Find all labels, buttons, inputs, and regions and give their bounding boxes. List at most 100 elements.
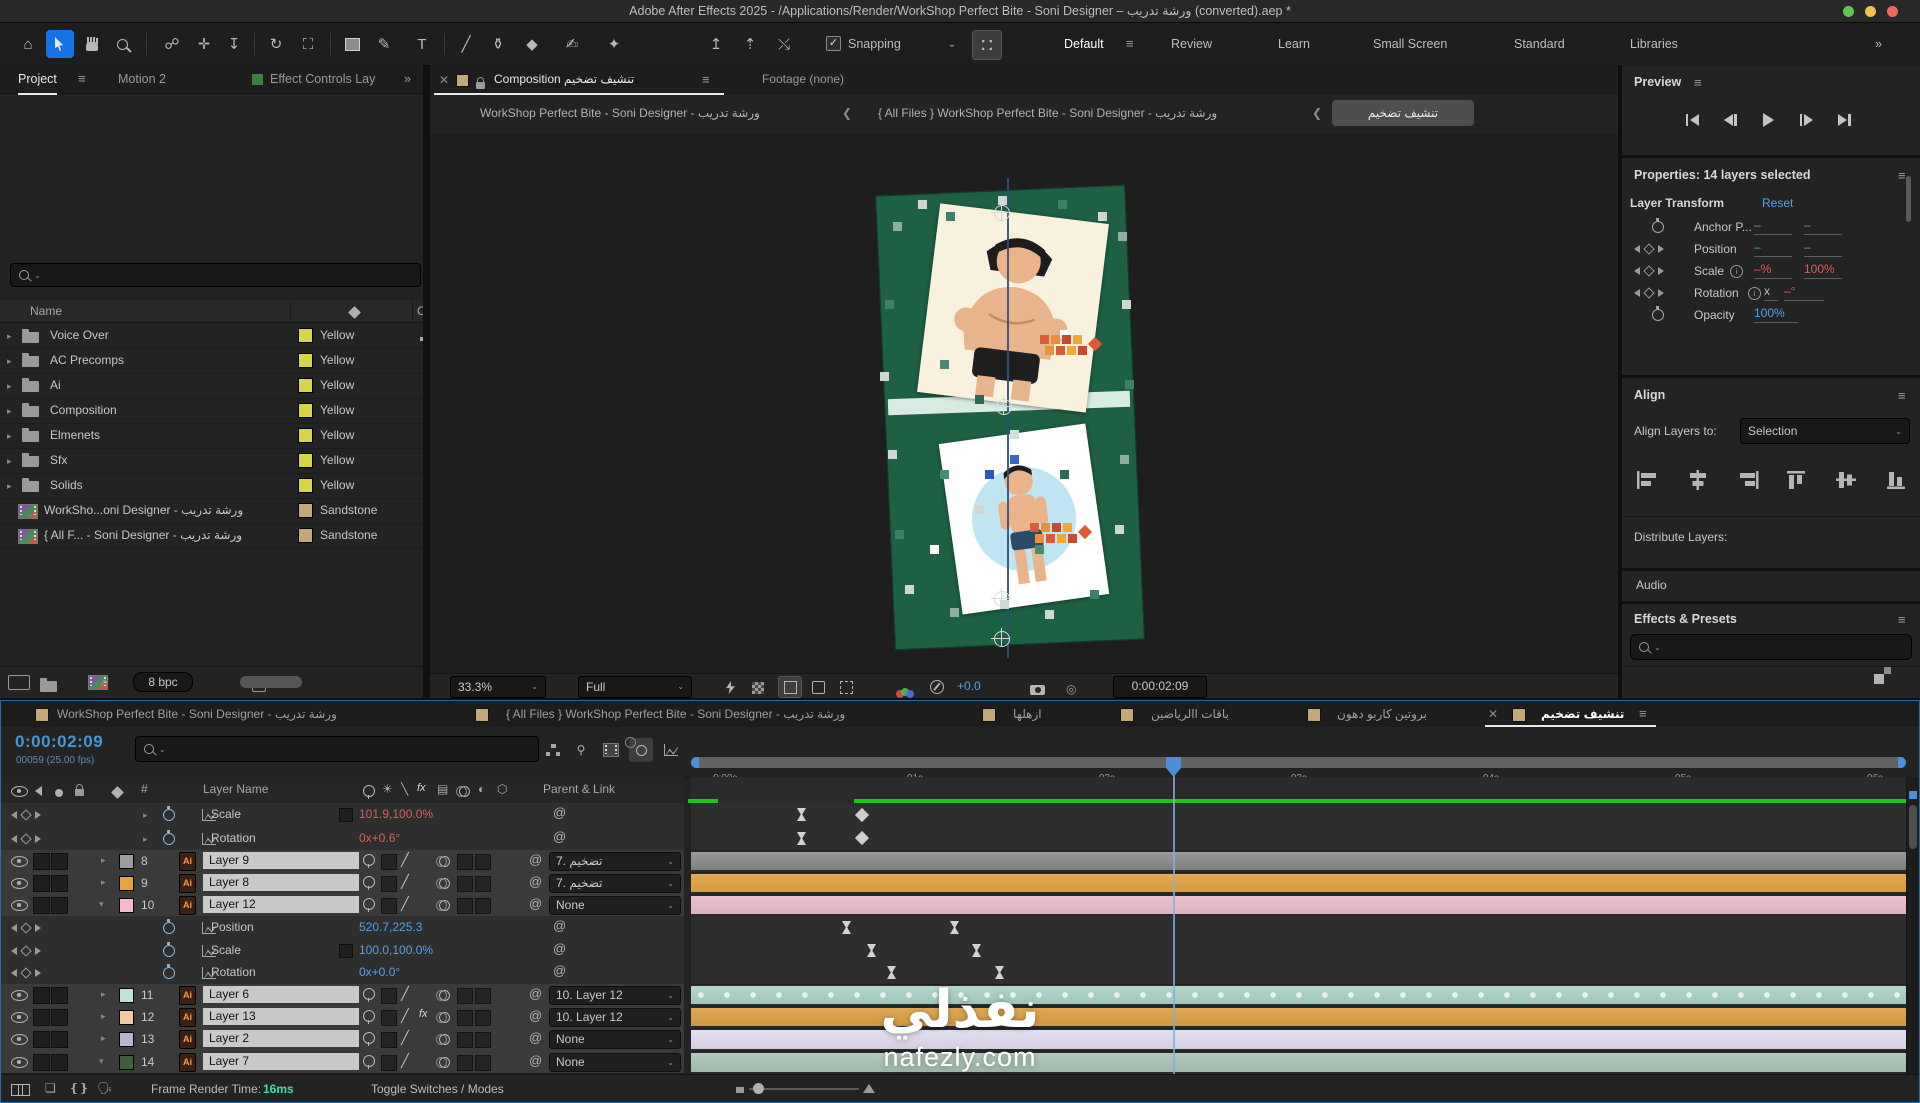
label-name[interactable]: Yellow (320, 478, 354, 492)
previous-frame-button[interactable] (1718, 109, 1742, 131)
playhead-line[interactable] (1173, 775, 1175, 1074)
show-snapshot-icon[interactable]: ◎ (1066, 679, 1076, 698)
frame-blending-icon[interactable] (599, 738, 623, 762)
graph-editor-icon[interactable] (659, 738, 683, 762)
easy-ease-keyframe-icon[interactable] (797, 832, 806, 845)
label-name[interactable]: Yellow (320, 353, 354, 367)
layer-bar[interactable] (691, 1030, 1906, 1049)
layer-bar[interactable] (691, 1008, 1906, 1026)
properties-menu-icon[interactable]: ≡ (1898, 168, 1906, 183)
label-name[interactable]: Yellow (320, 428, 354, 442)
project-row[interactable]: ▸ AC Precomps Yellow (0, 348, 423, 374)
timeline-tab[interactable]: ازهلها (1013, 701, 1042, 727)
in-out-brackets-icon[interactable]: ❴❵ (69, 1081, 89, 1095)
eye-icon[interactable] (11, 900, 28, 914)
easy-ease-keyframe-icon[interactable] (887, 966, 896, 979)
snapping-label[interactable]: Snapping (848, 23, 901, 65)
mask-visibility-icon[interactable] (812, 680, 825, 698)
project-row[interactable]: WorkSho...oni Designer - ورشة تدريب Sand… (0, 498, 423, 524)
pick-whip-icon[interactable]: @ (553, 829, 566, 844)
interpret-footage-icon[interactable] (8, 675, 30, 690)
workspace-tab-libraries[interactable]: Libraries (1630, 23, 1678, 65)
switch-box[interactable] (381, 1010, 397, 1026)
layer-bar[interactable] (691, 986, 1906, 1004)
quality-switch[interactable]: ╱ (401, 1008, 409, 1024)
timeline-zoom-knob[interactable] (753, 1083, 764, 1094)
video-column-eye-icon[interactable] (11, 786, 28, 800)
align-left-button[interactable] (1636, 470, 1662, 492)
project-row[interactable]: ▸ Composition Yellow (0, 398, 423, 424)
property-label[interactable]: Position (211, 920, 254, 934)
pick-whip-icon[interactable]: @ (529, 1053, 542, 1068)
reset-button[interactable]: Reset (1762, 196, 1793, 210)
column-parent-link[interactable]: Parent & Link (543, 782, 615, 796)
comp-marker-button[interactable] (1909, 791, 1917, 799)
rotation-revolutions-field[interactable]: x (1764, 284, 1778, 301)
label-name[interactable]: Sandstone (320, 503, 377, 517)
composition-viewport[interactable] (430, 133, 1618, 673)
motion-blur-switch[interactable] (436, 855, 450, 867)
property-label[interactable]: Scale (211, 807, 241, 821)
zoom-in-mountains-icon[interactable] (863, 1084, 875, 1093)
pan-camera-tool[interactable]: ✛ (190, 30, 218, 58)
opacity-field[interactable]: 100% (1754, 306, 1798, 323)
switch-box[interactable] (381, 854, 397, 870)
project-row[interactable]: ▸ Solids Yellow (0, 473, 423, 499)
graph-row[interactable] (691, 803, 1906, 828)
twirl-icon[interactable]: ▸ (7, 481, 12, 492)
graph-row[interactable] (691, 940, 1906, 963)
properties-scrollbar[interactable] (1906, 176, 1911, 222)
timeline-tab[interactable]: باقات االرياضين (1151, 701, 1229, 727)
layer-name[interactable]: Layer 9 (203, 852, 359, 869)
pick-whip-icon[interactable]: @ (553, 805, 566, 820)
eye-icon[interactable] (11, 1034, 28, 1048)
twirl-icon-expanded[interactable]: ▾ (99, 1056, 104, 1067)
composition-panel-menu-icon[interactable]: ≡ (702, 72, 710, 87)
lock-box[interactable] (51, 897, 68, 914)
align-to-dropdown[interactable]: Selection ⌄ (1740, 418, 1910, 444)
blend-modes-icon[interactable]: ❏ (45, 1081, 56, 1095)
eye-icon[interactable] (11, 878, 28, 892)
timeline-tab[interactable]: { All Files } WorkShop Perfect Bite - So… (506, 701, 845, 727)
anchor-point-crosshair[interactable] (991, 202, 1010, 221)
item-name[interactable]: Ai (50, 378, 61, 392)
switch-box[interactable] (457, 1010, 473, 1026)
switch-box[interactable] (457, 1032, 473, 1048)
eraser-tool[interactable]: ◆ (518, 30, 546, 58)
audio-box[interactable] (33, 987, 50, 1004)
first-frame-button[interactable] (1680, 109, 1704, 131)
switch-box[interactable] (475, 898, 491, 914)
bpc-button[interactable]: 8 bpc (133, 672, 193, 692)
quality-switch[interactable]: ╱ (401, 874, 409, 890)
audio-waveform-icon[interactable]: 🗣 (97, 1081, 112, 1095)
effects-presets-menu-icon[interactable]: ≡ (1898, 612, 1906, 627)
property-value[interactable]: 520.7,225.3 (359, 920, 422, 934)
close-tab-icon[interactable]: ✕ (439, 73, 449, 87)
stopwatch-icon[interactable] (163, 942, 175, 957)
snapping-checkbox[interactable]: ✓ (826, 36, 841, 51)
roto-brush-tool[interactable]: ✍ (558, 30, 586, 58)
graph-row[interactable] (691, 1028, 1906, 1052)
graph-row[interactable] (691, 872, 1906, 895)
type-tool[interactable]: T (408, 30, 436, 58)
eye-icon[interactable] (11, 990, 28, 1004)
project-scrollbar[interactable] (240, 676, 302, 688)
layer-bar[interactable] (691, 1053, 1906, 1072)
viewer-timecode[interactable]: 0:00:02:09 (1113, 676, 1207, 698)
position-y-field[interactable]: – (1804, 240, 1842, 257)
label-name[interactable]: Yellow (320, 328, 354, 342)
twirl-icon[interactable]: ▸ (101, 1011, 106, 1022)
fx-switch[interactable]: fx (419, 1008, 428, 1020)
current-timecode[interactable]: 0:00:02:09 (15, 732, 103, 752)
audio-box[interactable] (33, 1031, 50, 1048)
easy-ease-keyframe-icon[interactable] (950, 921, 959, 934)
column-number[interactable]: # (141, 782, 148, 796)
layer-row[interactable]: ▾ 10 Ai Layer 12 ╱ @ None ⌄ (1, 894, 684, 917)
rotation-degrees-field[interactable]: –° (1784, 284, 1824, 301)
label-name[interactable]: Sandstone (320, 528, 377, 542)
anchor-x-field[interactable]: – (1754, 218, 1792, 235)
workspace-menu-icon[interactable]: ≡ (1126, 23, 1134, 65)
rotation-tool[interactable]: ↻ (262, 30, 290, 58)
label-swatch[interactable] (298, 378, 313, 393)
workspace-tab-small-screen[interactable]: Small Screen (1373, 23, 1447, 65)
